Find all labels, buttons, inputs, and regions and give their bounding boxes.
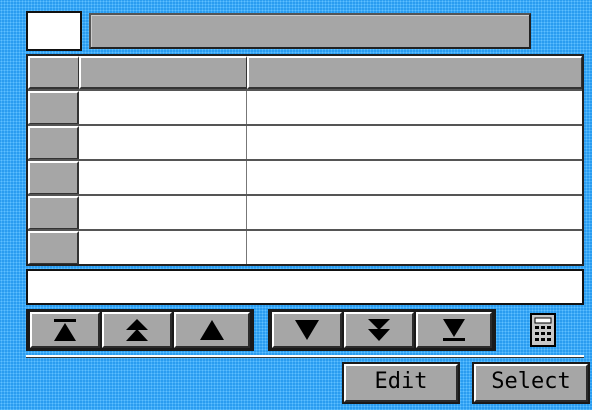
- table-cell[interactable]: [79, 91, 247, 124]
- dialog-window: Edit Select: [0, 0, 592, 410]
- row-header[interactable]: [28, 196, 79, 229]
- table-corner-header: [28, 56, 79, 89]
- title-bar: [89, 13, 531, 49]
- data-table: [26, 54, 584, 266]
- detail-field[interactable]: [26, 269, 584, 305]
- id-field[interactable]: [26, 11, 82, 51]
- table-row[interactable]: [28, 159, 582, 194]
- table-cell[interactable]: [79, 231, 247, 264]
- jump-last-button[interactable]: [416, 312, 492, 348]
- row-header[interactable]: [28, 126, 79, 159]
- edit-button[interactable]: Edit: [344, 364, 458, 402]
- row-header[interactable]: [28, 231, 79, 264]
- table-cell[interactable]: [247, 91, 582, 124]
- step-up-button[interactable]: [174, 312, 250, 348]
- table-cell[interactable]: [79, 161, 247, 194]
- page-up-button[interactable]: [102, 312, 172, 348]
- table-cell[interactable]: [247, 126, 582, 159]
- table-cell[interactable]: [247, 161, 582, 194]
- step-down-icon: [295, 320, 319, 340]
- separator-line: [26, 355, 584, 357]
- table-row[interactable]: [28, 124, 582, 159]
- page-up-icon: [126, 319, 148, 341]
- calculator-icon: [530, 313, 556, 347]
- row-header[interactable]: [28, 91, 79, 124]
- page-down-icon: [368, 319, 390, 341]
- jump-last-icon: [443, 319, 465, 341]
- table-cell[interactable]: [79, 126, 247, 159]
- table-row[interactable]: [28, 229, 582, 264]
- table-cell[interactable]: [247, 231, 582, 264]
- column-header-2[interactable]: [247, 56, 582, 89]
- select-button[interactable]: Select: [474, 364, 588, 402]
- table-cell[interactable]: [79, 196, 247, 229]
- row-header[interactable]: [28, 161, 79, 194]
- jump-first-icon: [54, 319, 76, 341]
- calculator-button[interactable]: [530, 313, 556, 347]
- jump-first-button[interactable]: [30, 312, 100, 348]
- step-up-icon: [200, 320, 224, 340]
- table-row[interactable]: [28, 89, 582, 124]
- table-row[interactable]: [28, 194, 582, 229]
- table-cell[interactable]: [247, 196, 582, 229]
- page-down-button[interactable]: [344, 312, 414, 348]
- step-down-button[interactable]: [272, 312, 342, 348]
- column-header-1[interactable]: [79, 56, 247, 89]
